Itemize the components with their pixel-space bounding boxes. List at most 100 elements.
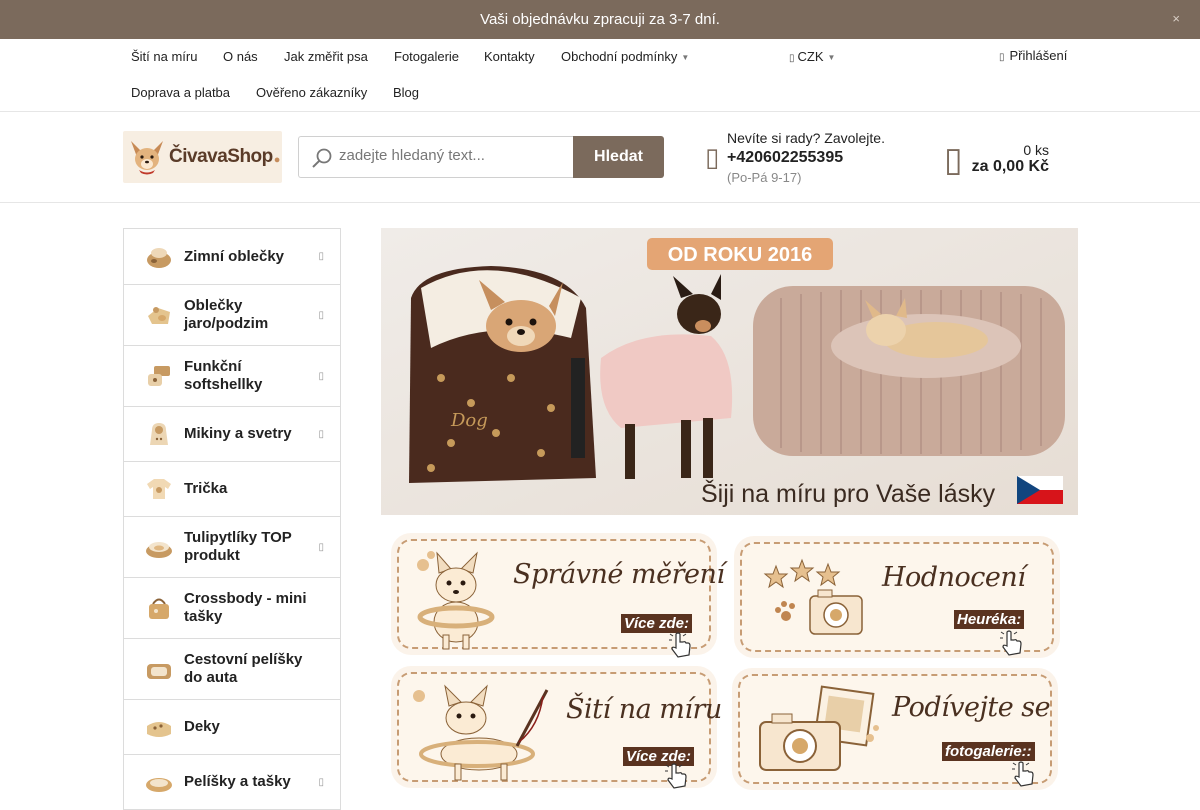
expand-icon: ▯ (318, 309, 324, 321)
chevron-down-icon: ▼ (681, 53, 690, 63)
category-item[interactable]: Zimní oblečky ▯ (124, 229, 340, 285)
user-icon: ▯ (999, 52, 1005, 63)
contact-hours: (Po-Pá 9-17) (727, 170, 802, 185)
promo-title: Hodnocení (882, 562, 1026, 593)
category-item[interactable]: Funkční softshellky ▯ (124, 346, 340, 407)
chihuahua-logo-icon (131, 141, 163, 175)
spring-clothes-icon (148, 307, 170, 324)
category-label: Deky (184, 718, 220, 735)
category-item[interactable]: Deky (124, 700, 340, 755)
car-bed-icon (147, 664, 171, 679)
chevron-down-icon: ▼ (827, 53, 836, 63)
contact-box: ▯ Nevíte si rady? Zavolejte. +4206022553… (705, 128, 905, 188)
category-label: Pelíšky a tašky (184, 773, 291, 790)
currency-selector[interactable]: ▯ CZK ▼ (789, 49, 835, 64)
paw-icon: ● (273, 154, 281, 166)
promo-tile-reviews[interactable]: Hodnocení Heuréka: (734, 536, 1064, 661)
category-label: Zimní oblečky (184, 247, 285, 265)
expand-icon: ▯ (318, 428, 324, 440)
logo-text: ČivavaShop (169, 146, 273, 167)
hero-caption: Šiji na míru pro Vaše lásky (701, 479, 996, 508)
camera-photos-icon (759, 685, 879, 771)
nav-blog[interactable]: Blog (393, 85, 419, 100)
category-label: Oblečky jaro/podzim (184, 297, 269, 332)
hero-banner[interactable]: OD ROKU 2016 Dog Šiji na míru pro Vaše l… (381, 228, 1078, 515)
promo-cta[interactable]: fotogalerie:: (942, 742, 1035, 761)
promo-tile-tailoring[interactable]: Šití na míru Více zde: (391, 666, 722, 791)
promo-tile-gallery[interactable]: Podívejte se fotogalerie:: (732, 668, 1062, 793)
contact-phone[interactable]: +420602255395 (727, 149, 843, 167)
search-icon (312, 148, 332, 168)
category-sidebar: Zimní oblečky ▯ Oblečky jaro/podzim ▯ Fu… (123, 228, 341, 810)
promo-title: Šití na míru (566, 694, 722, 725)
contact-question: Nevíte si rady? Zavolejte. (727, 130, 885, 146)
category-item[interactable]: Mikiny a svetry ▯ (124, 407, 340, 462)
tshirt-icon (147, 479, 171, 499)
nav-obchodni-podminky-label: Obchodní podmínky (561, 49, 678, 64)
category-label: Funkční softshellky (184, 358, 263, 393)
softshell-icon (148, 366, 170, 386)
nav-o-nas[interactable]: O nás (223, 49, 258, 64)
cart-summary[interactable]: ▯ 0 ks za 0,00 Kč (944, 136, 1054, 186)
cart-total: za 0,00 Kč (971, 158, 1049, 175)
category-item[interactable]: Cestovní pelíšky do auta (124, 639, 340, 700)
category-label: Tulipytlíky TOP produkt (184, 529, 292, 564)
pointer-hand-icon (1000, 630, 1022, 656)
nav-doprava-a-platba[interactable]: Doprava a platba (131, 85, 230, 100)
crossbody-icon (149, 598, 169, 619)
category-item[interactable]: Pelíšky a tašky ▯ (124, 755, 340, 810)
nav-obchodni-podminky[interactable]: Obchodní podmínky ▼ (561, 49, 689, 64)
search-field (298, 136, 574, 178)
measuring-dog-icon (417, 551, 495, 650)
bag-bed-icon (146, 542, 172, 558)
nav-siti-na-miru[interactable]: Šití na míru (131, 49, 197, 64)
category-item[interactable]: Tulipytlíky TOP produkt ▯ (124, 517, 340, 578)
category-item[interactable]: Trička (124, 462, 340, 517)
nav-kontakty[interactable]: Kontakty (484, 49, 535, 64)
login-link[interactable]: ▯ Přihlášení (999, 48, 1067, 63)
pointer-hand-icon (1012, 761, 1034, 787)
search-input[interactable] (339, 147, 564, 164)
category-label: Trička (184, 480, 228, 497)
hoodie-icon (150, 423, 168, 445)
star-camera-icon (763, 558, 863, 635)
svg-text:Dog: Dog (450, 410, 488, 431)
logo[interactable]: ČivavaShop ● (123, 131, 282, 183)
promo-title: Správné měření (513, 559, 725, 590)
hero-badge: OD ROKU 2016 (668, 244, 813, 266)
announcement-bar: Vaši objednávku zpracuji za 3-7 dní. × (0, 0, 1200, 39)
pointer-hand-icon (665, 763, 687, 789)
nav-jak-zmerit-psa[interactable]: Jak změřit psa (284, 49, 368, 64)
category-item[interactable]: Oblečky jaro/podzim ▯ (124, 285, 340, 346)
czech-flag-icon (1017, 476, 1063, 504)
expand-icon: ▯ (318, 541, 324, 553)
money-icon: ▯ (789, 53, 795, 64)
expand-icon: ▯ (318, 370, 324, 382)
blanket-icon (147, 722, 171, 737)
category-label: Crossbody - mini tašky (184, 590, 307, 625)
expand-icon: ▯ (318, 776, 324, 788)
top-navigation: Šití na míru O nás Jak změřit psa Fotoga… (0, 39, 1200, 112)
pointer-hand-icon (669, 632, 691, 658)
close-icon[interactable]: × (1172, 11, 1180, 26)
promo-tile-measuring[interactable]: Správné měření Více zde: (391, 533, 725, 658)
currency-label: CZK (797, 49, 824, 64)
search-button[interactable]: Hledat (573, 136, 664, 178)
category-item[interactable]: Crossbody - mini tašky (124, 578, 340, 639)
promo-title: Podívejte se (892, 692, 1051, 723)
promo-cta[interactable]: Heuréka: (954, 610, 1025, 629)
search-form: Hledat (298, 136, 664, 178)
sewing-dog-icon (413, 684, 549, 781)
category-label: Mikiny a svetry (184, 425, 292, 442)
expand-icon: ▯ (318, 251, 324, 262)
nav-fotogalerie[interactable]: Fotogalerie (394, 49, 459, 64)
login-label: Přihlášení (1009, 48, 1068, 63)
announcement-text: Vaši objednávku zpracuji za 3-7 dní. (480, 11, 720, 28)
winter-clothes-icon (147, 247, 171, 268)
cart-icon: ▯ (944, 141, 963, 179)
category-label: Cestovní pelíšky do auta (184, 651, 303, 686)
nav-overeno-zakazniky[interactable]: Ověřeno zákazníky (256, 85, 367, 100)
dog-bed-icon (146, 778, 172, 792)
phone-icon: ▯ (705, 142, 720, 172)
site-header: ČivavaShop ● Hledat ▯ Nevíte si rady? Za… (0, 112, 1200, 203)
